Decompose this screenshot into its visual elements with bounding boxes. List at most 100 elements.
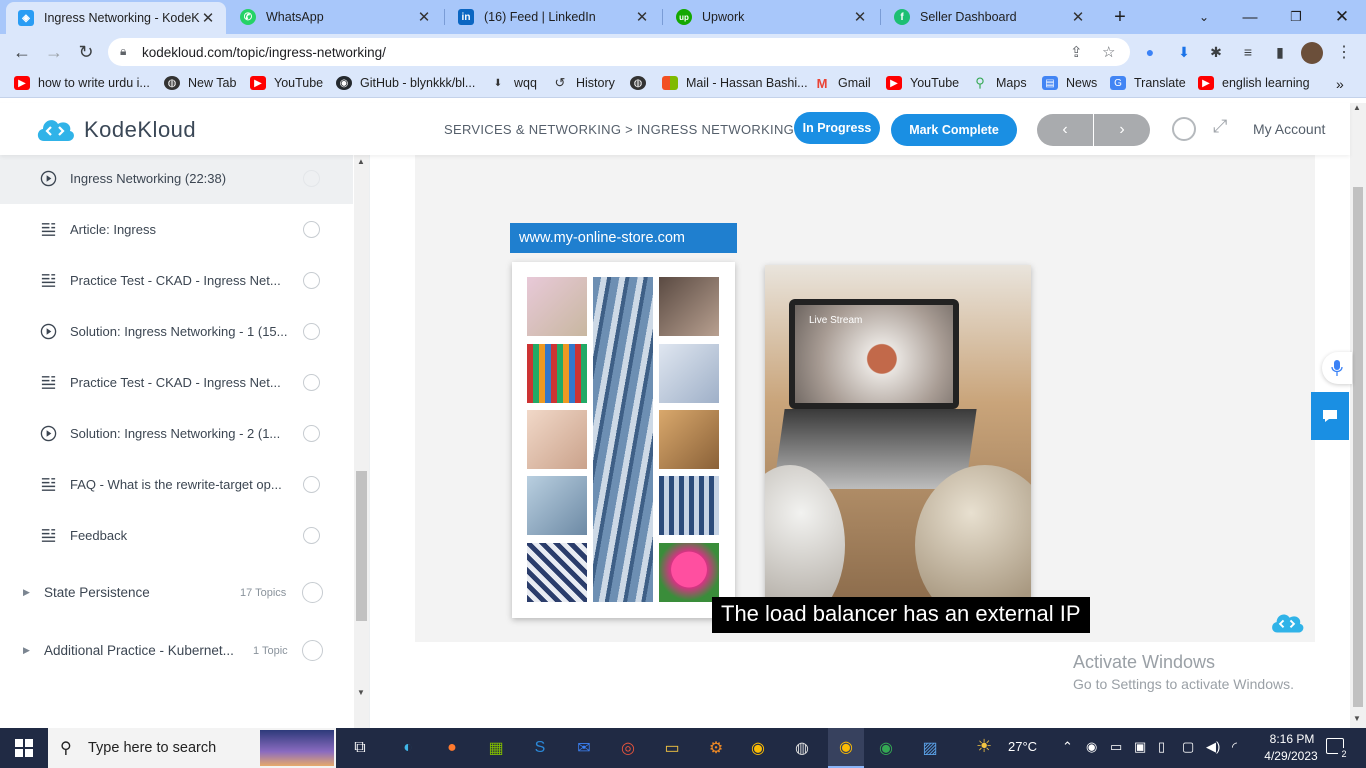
edge-browser-icon[interactable]: ◐ [394, 734, 422, 762]
close-tab-icon[interactable]: ✕ [200, 9, 216, 27]
record-icon[interactable]: ◉ [1086, 739, 1097, 755]
wifi-icon[interactable]: ◜ [1232, 739, 1237, 755]
network-icon[interactable]: ▣ [1134, 739, 1146, 755]
obs-studio-icon[interactable]: ◍ [788, 734, 816, 762]
topic-section[interactable]: ▶ State Persistence 17 Topics [0, 574, 353, 614]
restore-button[interactable]: ❐ [1274, 0, 1318, 34]
lesson-status-circle[interactable] [303, 374, 320, 391]
microphone-extension-icon[interactable]: ● [1140, 42, 1160, 62]
bookmark-item[interactable]: ◍ [630, 76, 654, 90]
bookmark-item[interactable]: M Gmail [814, 76, 871, 91]
chrome-menu-icon[interactable]: ⋮ [1334, 42, 1354, 62]
close-tab-icon[interactable]: ✕ [416, 8, 432, 26]
close-window-button[interactable]: ✕ [1320, 0, 1364, 34]
lesson-item[interactable]: Solution: Ingress Networking - 2 (1... [0, 408, 353, 459]
page-scrollbar[interactable]: ▲ ▼ [1350, 103, 1366, 728]
sidebar-scrollbar[interactable]: ▲ ▼ [354, 155, 369, 728]
forward-button[interactable]: → [40, 38, 68, 66]
lesson-item[interactable]: Practice Test - CKAD - Ingress Net... [0, 357, 353, 408]
weather-icon[interactable]: ☀ [976, 736, 992, 757]
lesson-status-circle[interactable] [303, 527, 320, 544]
reload-button[interactable]: ↻ [72, 38, 100, 66]
lesson-item[interactable]: Feedback [0, 510, 353, 561]
media-control-icon[interactable]: ≡ [1238, 42, 1258, 62]
close-tab-icon[interactable]: ✕ [852, 8, 868, 26]
in-progress-badge[interactable]: In Progress [794, 112, 880, 144]
app-swirl-icon[interactable]: ◎ [614, 734, 642, 762]
lesson-status-circle[interactable] [303, 272, 320, 289]
lesson-item[interactable]: Practice Test - CKAD - Ingress Net... [0, 255, 353, 306]
topic-status-circle[interactable] [302, 640, 323, 661]
back-button[interactable]: ← [8, 38, 36, 66]
lesson-item[interactable]: Article: Ingress [0, 204, 353, 255]
expand-triangle-icon[interactable]: ▶ [23, 645, 30, 656]
lesson-item[interactable]: Solution: Ingress Networking - 1 (15... [0, 306, 353, 357]
fullscreen-icon[interactable]: ⤢ [1213, 116, 1227, 137]
battery-icon[interactable]: ▭ [1110, 739, 1122, 755]
lesson-status-circle[interactable] [303, 170, 320, 187]
bookmark-star-icon[interactable]: ☆ [1102, 43, 1115, 61]
show-hidden-icons-icon[interactable]: ⌃ [1062, 739, 1073, 755]
skype-icon[interactable]: S [526, 734, 554, 762]
bookmark-item[interactable]: ▤ News [1042, 76, 1097, 90]
profile-avatar[interactable] [1301, 42, 1323, 64]
previous-lesson-button[interactable]: ‹ [1037, 114, 1093, 146]
dark-mode-toggle-icon[interactable] [1172, 117, 1196, 141]
chrome-profile-icon[interactable]: ◉ [872, 734, 900, 762]
next-lesson-button[interactable]: › [1094, 114, 1150, 146]
my-account-link[interactable]: My Account [1253, 121, 1325, 137]
extensions-puzzle-icon[interactable]: ✱ [1206, 42, 1226, 62]
bookmark-item[interactable]: G Translate [1110, 76, 1186, 90]
bookmark-item[interactable]: ▶ YouTube [886, 76, 959, 90]
lesson-status-circle[interactable] [303, 425, 320, 442]
mail-icon[interactable]: ✉ [570, 734, 598, 762]
settings-gear-icon[interactable]: ⚙ [702, 734, 730, 762]
scroll-up-arrow-icon[interactable]: ▲ [357, 157, 365, 166]
browser-tab-whatsapp[interactable]: ✆ WhatsApp ✕ [228, 0, 442, 34]
breadcrumb[interactable]: SERVICES & NETWORKING > INGRESS NETWORKI… [444, 122, 794, 137]
topic-status-circle[interactable] [302, 582, 323, 603]
address-bar[interactable]: 🔒︎ kodekloud.com/topic/ingress-networkin… [108, 38, 1130, 66]
minimize-button[interactable]: — [1228, 0, 1272, 34]
browser-tab-upwork[interactable]: up Upwork ✕ [664, 0, 878, 34]
lesson-status-circle[interactable] [303, 323, 320, 340]
more-bookmarks-icon[interactable]: » [1336, 76, 1344, 92]
volume-icon[interactable]: ◀) [1206, 739, 1220, 755]
tab-search-button[interactable]: ⌄ [1182, 0, 1226, 34]
task-view-icon[interactable]: ⧉ [346, 734, 374, 762]
lesson-status-circle[interactable] [303, 476, 320, 493]
scroll-up-arrow-icon[interactable]: ▲ [1353, 103, 1361, 112]
kodekloud-logo-icon[interactable] [34, 115, 76, 145]
bookmark-item[interactable]: ▶ english learning [1198, 76, 1310, 90]
bookmark-item[interactable]: Mail - Hassan Bashi... [662, 76, 808, 90]
lesson-item[interactable]: Ingress Networking (22:38) [0, 153, 353, 204]
lesson-item[interactable]: FAQ - What is the rewrite-target op... [0, 459, 353, 510]
taskbar-search-box[interactable]: ⚲ Type here to search [48, 728, 336, 768]
microsoft-store-icon[interactable]: ▦ [482, 734, 510, 762]
page-scrollbar-thumb[interactable] [1353, 187, 1363, 707]
new-tab-button[interactable]: + [1098, 0, 1142, 34]
photos-icon[interactable]: ▨ [916, 734, 944, 762]
video-player[interactable]: www.my-online-store.com Live Stream The [415, 155, 1315, 642]
bookmark-item[interactable]: ▶ YouTube [250, 76, 323, 90]
browser-tab-linkedin[interactable]: in (16) Feed | LinkedIn ✕ [446, 0, 660, 34]
bookmark-item[interactable]: ◍ New Tab [164, 76, 236, 90]
display-icon[interactable]: ▢ [1182, 739, 1194, 755]
clock-date[interactable]: 4/29/2023 [1256, 749, 1326, 763]
windows-start-button[interactable] [0, 728, 48, 768]
mark-complete-button[interactable]: Mark Complete [891, 114, 1017, 146]
chrome-profile-active-icon[interactable]: ◉ [828, 728, 864, 768]
firefox-icon[interactable]: ● [438, 734, 466, 762]
site-logo-text[interactable]: KodeKloud [84, 117, 196, 143]
device-icon[interactable]: ▯ [1158, 739, 1165, 755]
browser-tab-kodekloud[interactable]: ◈ Ingress Networking - KodeKl ✕ [6, 2, 226, 34]
temperature-text[interactable]: 27°C [1008, 739, 1037, 754]
voice-input-icon[interactable] [1322, 352, 1352, 384]
scroll-down-arrow-icon[interactable]: ▼ [1353, 714, 1361, 723]
clock-time[interactable]: 8:16 PM [1262, 732, 1322, 746]
close-tab-icon[interactable]: ✕ [1070, 8, 1086, 26]
scroll-down-arrow-icon[interactable]: ▼ [357, 688, 365, 697]
file-explorer-icon[interactable]: ▭ [658, 734, 686, 762]
expand-triangle-icon[interactable]: ▶ [23, 587, 30, 598]
browser-tab-seller-dashboard[interactable]: f Seller Dashboard ✕ [882, 0, 1096, 34]
